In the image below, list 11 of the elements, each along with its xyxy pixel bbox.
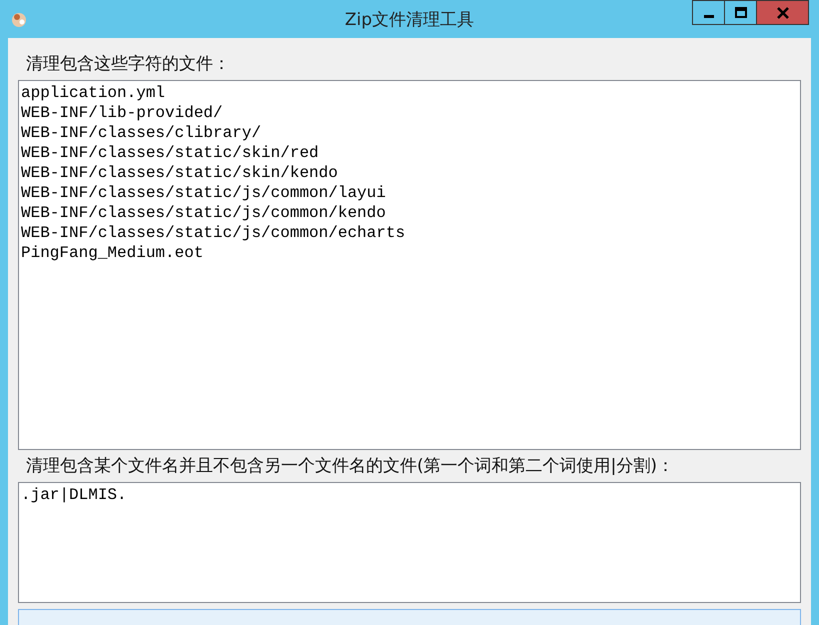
section-label: 清理包含某个文件名并且不包含另一个文件名的文件(第一个词和第二个词使用|分割)： <box>26 456 675 476</box>
minimize-button[interactable] <box>692 0 725 25</box>
minimize-icon <box>704 15 714 18</box>
text-area[interactable]: application.yml WEB-INF/lib-provided/ WEB-INF/classes/clibrary/ WEB-INF/classes/static/skin/red WEB-INF/classes/static/skin/kendo WEB-INF/classes/static/js/common/layui WEB-INF/classes/static/js/common/kendo WEB-INF/classes/static/js/common/echarts PingFang_Medium.eot <box>18 80 801 450</box>
section-label: 清理包含这些字符的文件： <box>26 54 231 74</box>
maximize-icon <box>734 6 748 20</box>
app-icon <box>10 10 28 28</box>
window-title: Zip文件清理工具 <box>344 9 474 31</box>
close-icon <box>776 6 790 20</box>
text-area[interactable]: .jar|DLMIS. <box>18 482 801 603</box>
close-button[interactable] <box>757 0 809 25</box>
